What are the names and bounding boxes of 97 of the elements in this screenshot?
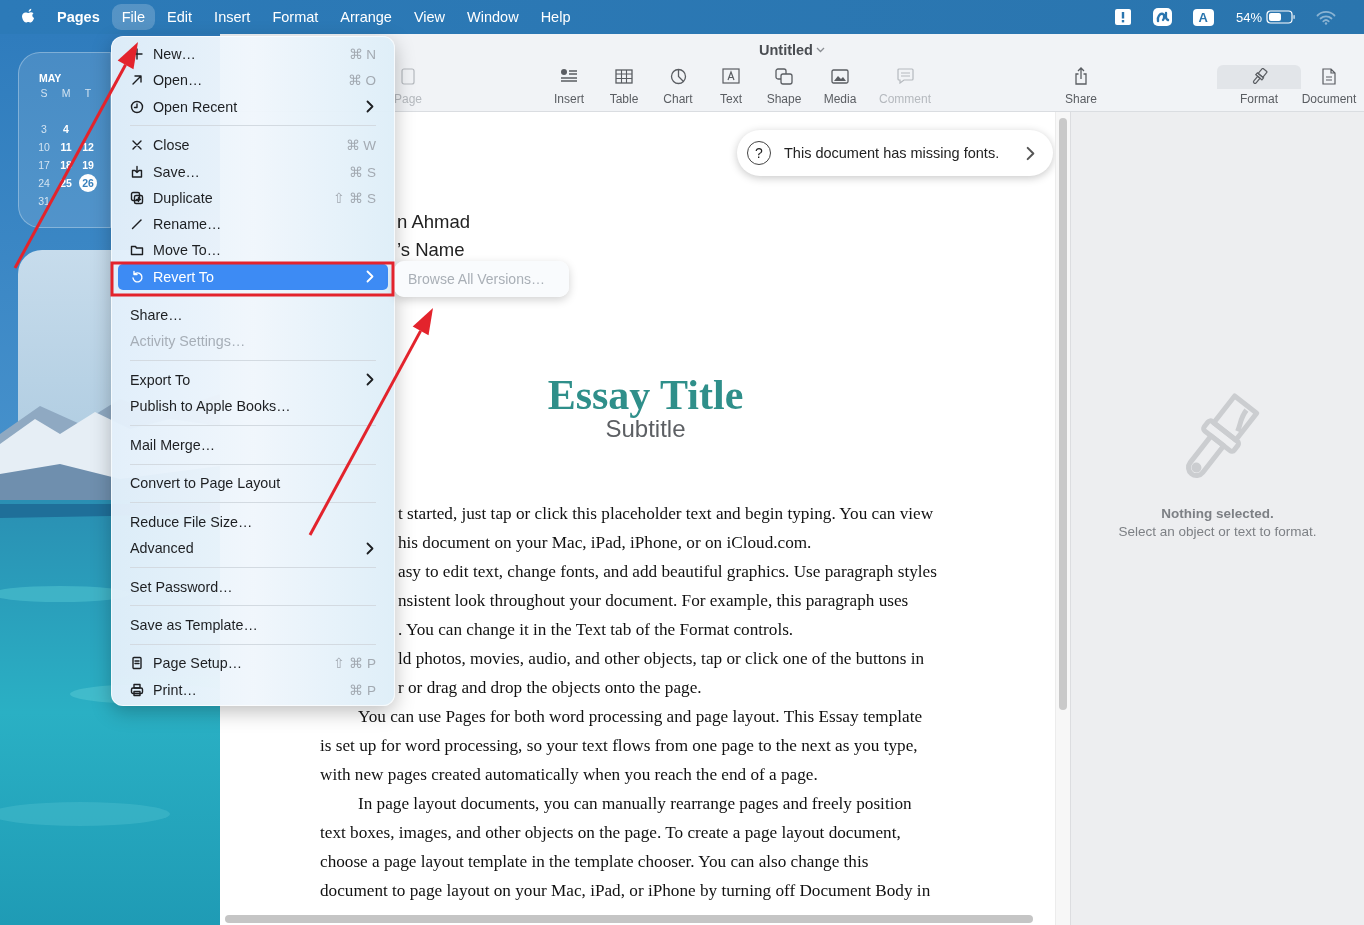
- body-text-line: is set up for word processing, so your text flows from one page to the next as you type,: [320, 736, 918, 755]
- calendar-day[interactable]: 19: [77, 156, 99, 174]
- notice-text: This document has missing fonts.: [784, 145, 1001, 161]
- menu-item[interactable]: Rename…: [118, 210, 388, 238]
- menu-bar-item[interactable]: Edit: [157, 4, 203, 30]
- toolbar-button[interactable]: Document: [1301, 65, 1357, 111]
- body-text-line: text boxes, images, and other objects on the page. To create a page layout document,: [320, 823, 901, 842]
- menu-item[interactable]: Mail Merge…: [118, 431, 388, 458]
- document-icon: [1322, 67, 1336, 85]
- menu-item[interactable]: Print… ⌘ P: [118, 676, 388, 703]
- toolbar-button[interactable]: Shape: [757, 65, 811, 111]
- body-text-line: document to page layout on your Mac, iPad, or iPhone by turning off Document Body in: [320, 881, 931, 900]
- chevron-right-icon: [366, 100, 374, 114]
- menu-item[interactable]: Revert To: [118, 263, 388, 290]
- text-box-icon: [722, 68, 740, 84]
- chevron-right-icon: [366, 541, 374, 555]
- menu-item[interactable]: Share…: [118, 302, 388, 329]
- calendar-day[interactable]: 4: [55, 120, 77, 138]
- body-text-line: r or drag and drop the objects onto the page.: [398, 678, 702, 697]
- weekday-label: T: [83, 86, 93, 101]
- inspector-heading: Nothing selected.: [1161, 506, 1274, 521]
- menu-item: Activity Settings…: [129, 332, 247, 352]
- battery-percentage: 54%: [1235, 9, 1262, 25]
- menu-bar-item[interactable]: Pages: [47, 4, 110, 30]
- weekday-label: S: [39, 86, 49, 101]
- chevron-down-icon[interactable]: [816, 46, 825, 53]
- pencil-icon: [130, 217, 144, 232]
- toolbar-button[interactable]: Chart: [653, 65, 703, 111]
- menu-item[interactable]: Move To…: [118, 237, 388, 264]
- toolbar-button[interactable]: Table: [599, 65, 649, 111]
- menu-item[interactable]: Publish to Apple Books…: [118, 393, 388, 420]
- menu-bar-item[interactable]: View: [403, 4, 456, 30]
- pie-chart-icon: [669, 67, 687, 85]
- calendar-day[interactable]: 11: [55, 138, 77, 156]
- calendar-month: MAY: [39, 72, 62, 84]
- toolbar-button[interactable]: Text: [706, 65, 756, 111]
- chevron-right-icon: [366, 373, 374, 387]
- menu-bar-item[interactable]: Window: [457, 4, 529, 30]
- author-text: n Ahmad: [397, 211, 471, 232]
- share-icon: [1074, 67, 1088, 85]
- body-text-line: t started, just tap or click this placeholder text and begin typing. You can view: [398, 504, 934, 523]
- missing-fonts-notice[interactable]: ? This document has missing fonts.: [737, 130, 1053, 176]
- toolbar-button[interactable]: Media: [813, 65, 867, 111]
- body-text-line: with new pages created automatically when you reach the end of a page.: [320, 765, 818, 784]
- body-text-line: nsistent look throughout your document. For example, this paragraph uses: [398, 591, 909, 610]
- document-title[interactable]: Untitled: [759, 41, 813, 58]
- page-icon: [401, 67, 415, 85]
- horizontal-scrollbar[interactable]: [225, 915, 1033, 923]
- body-text-line: his document on your Mac, iPad, iPhone, or on iCloud.com.: [398, 533, 812, 552]
- menu-item[interactable]: Save… ⌘ S: [118, 158, 388, 185]
- paintbrush-icon: [1250, 67, 1268, 85]
- toolbar-button[interactable]: Insert: [539, 65, 599, 111]
- menu-bar-item[interactable]: Format: [262, 4, 329, 30]
- menu-item: Browse All Versions…: [407, 270, 546, 289]
- duplicate-icon: [130, 190, 144, 205]
- photo-icon: [831, 68, 849, 84]
- table-icon: [615, 68, 633, 84]
- body-text-line: choose a page layout template in the template chooser. You can also change this: [320, 852, 869, 871]
- save-icon: [130, 164, 144, 179]
- calendar-day[interactable]: 12: [77, 138, 99, 156]
- body-text-line: In page layout documents, you can manually rearrange pages and freely position: [358, 794, 912, 813]
- menu-bar-item[interactable]: Arrange: [330, 4, 402, 30]
- chevron-right-icon: [1026, 145, 1035, 161]
- page-icon: [130, 656, 144, 671]
- toolbar-button[interactable]: Share: [1051, 65, 1111, 111]
- clock-icon: [130, 99, 144, 114]
- menu-item[interactable]: Close ⌘ W: [118, 132, 388, 159]
- menu-item[interactable]: Page Setup… ⇧ ⌘ P: [118, 650, 388, 677]
- menu-item[interactable]: Export To: [118, 366, 388, 394]
- menu-item[interactable]: Advanced: [118, 534, 388, 562]
- menu-item[interactable]: Save as Template…: [118, 611, 388, 639]
- body-text-line: asy to edit text, change fonts, and add beautiful graphics. Use paragraph styles: [398, 562, 937, 581]
- input-source-indicator[interactable]: A: [1192, 8, 1214, 26]
- body-text-line: ld photos, movies, audio, and other objects, tap or click one of the buttons in: [398, 649, 925, 668]
- author-text: ’s Name: [397, 239, 465, 260]
- app-status-icon[interactable]: [1151, 7, 1173, 27]
- menu-bar-item[interactable]: Insert: [204, 4, 261, 30]
- folder-icon: [130, 243, 144, 258]
- vertical-scrollbar[interactable]: [1055, 112, 1070, 925]
- weekday-label: M: [60, 86, 72, 101]
- battery-icon[interactable]: [1266, 10, 1296, 24]
- alert-icon[interactable]: [1113, 8, 1132, 26]
- revert-icon: [130, 269, 144, 284]
- chevron-right-icon: [366, 270, 374, 284]
- menu-item[interactable]: Reduce File Size…: [118, 508, 388, 535]
- printer-icon: [130, 682, 144, 697]
- menu-bar-item[interactable]: Help: [530, 4, 581, 30]
- menu-item[interactable]: Set Password…: [118, 573, 388, 600]
- inspector-hint: Select an object or text to format.: [1118, 524, 1317, 539]
- menu-item[interactable]: Duplicate ⇧ ⌘ S: [118, 184, 388, 211]
- insert-icon: [560, 68, 578, 84]
- menu-item[interactable]: Convert to Page Layout: [118, 470, 388, 497]
- comment-icon: [896, 68, 914, 84]
- shape-icon: [775, 67, 793, 85]
- body-text-line: . You can change it in the Text tab of the Format controls.: [398, 620, 794, 639]
- menu-bar-item[interactable]: File: [111, 4, 156, 30]
- body-text-line: You can use Pages for both word processing and page layout. This Essay template: [358, 707, 923, 726]
